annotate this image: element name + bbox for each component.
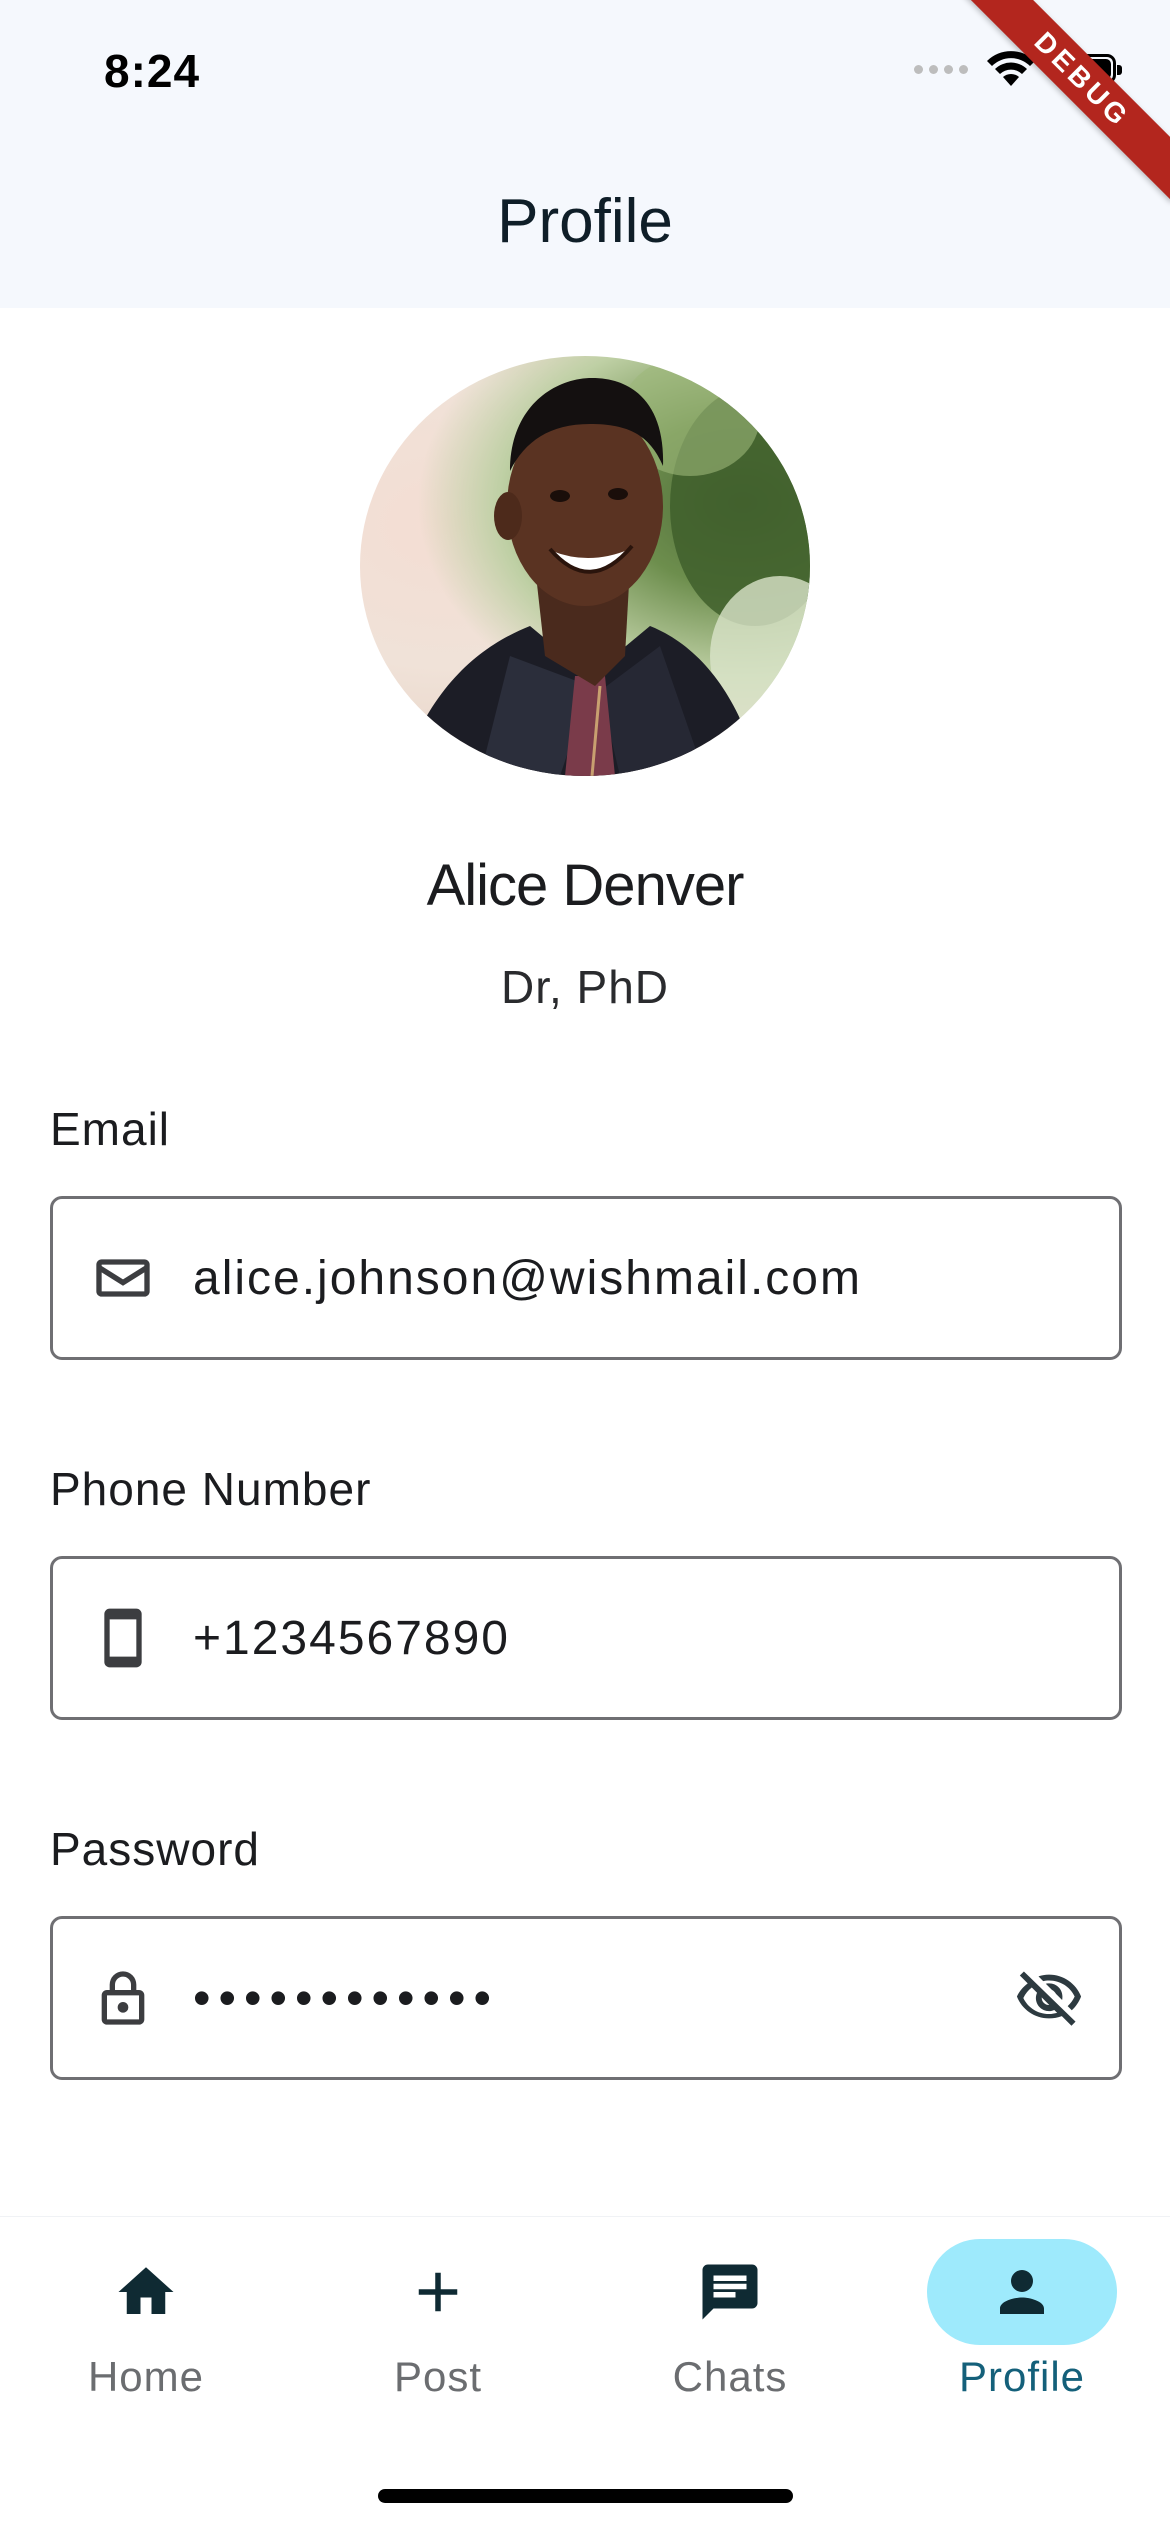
email-value: alice.johnson@wishmail.com <box>193 1251 862 1305</box>
nav-label-profile: Profile <box>958 2353 1086 2400</box>
visibility-off-icon <box>1016 1971 1082 2026</box>
app-bar: 8:24 DEBUG Profile <box>0 0 1170 308</box>
phone-icon <box>104 1608 142 1668</box>
nav-item-profile[interactable]: Profile <box>876 2239 1168 2419</box>
nav-label-chats: Chats <box>672 2353 788 2400</box>
mail-icon <box>96 1259 150 1297</box>
password-value: •••••••••••• <box>193 1970 500 2026</box>
profile-screen: 8:24 DEBUG Profile Alice Denver Dr, PhD … <box>0 0 1170 2532</box>
person-icon <box>1000 2270 1044 2314</box>
password-field[interactable]: •••••••••••• <box>50 1916 1122 2080</box>
profile-photo <box>400 356 810 776</box>
nav-item-home[interactable]: Home <box>0 2239 292 2419</box>
nav-label-home: Home <box>87 2353 205 2400</box>
nav-item-post[interactable]: Post <box>292 2239 584 2419</box>
profile-title: Dr, PhD <box>500 961 670 1013</box>
nav-item-chats[interactable]: Chats <box>584 2239 876 2419</box>
lock-icon <box>101 1971 145 2025</box>
phone-field[interactable]: +1234567890 <box>50 1556 1122 1720</box>
phone-value: +1234567890 <box>193 1611 510 1665</box>
status-time: 8:24 <box>104 45 201 97</box>
bottom-navigation: Home Post Chats Profile <box>0 2216 1170 2532</box>
toggle-password-visibility[interactable] <box>979 1919 1119 2077</box>
profile-name: Alice Denver <box>426 853 745 918</box>
nav-active-indicator <box>927 2239 1117 2345</box>
home-icon <box>118 2267 174 2314</box>
page-title: Profile <box>497 187 673 256</box>
debug-ribbon: DEBUG <box>960 0 1170 202</box>
avatar[interactable] <box>360 356 810 776</box>
nav-label-post: Post <box>393 2353 483 2400</box>
password-label: Password <box>50 1823 260 1875</box>
plus-icon <box>418 2272 458 2312</box>
email-field[interactable]: alice.johnson@wishmail.com <box>50 1196 1122 1360</box>
phone-label: Phone Number <box>50 1463 372 1515</box>
email-label: Email <box>50 1103 171 1155</box>
home-indicator[interactable] <box>378 2489 793 2503</box>
chat-icon <box>702 2264 758 2320</box>
cellular-signal-icon <box>914 64 968 74</box>
